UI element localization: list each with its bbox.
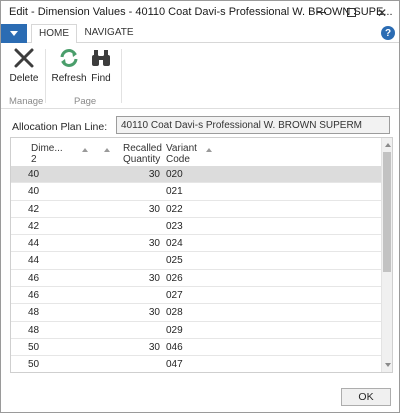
group-separator bbox=[45, 49, 46, 103]
column-header-variant-code-line2: Code bbox=[166, 154, 190, 165]
allocation-plan-line-value[interactable]: 40110 Coat Davi-s Professional W. BROWN … bbox=[116, 116, 390, 134]
maximize-button[interactable] bbox=[336, 1, 366, 24]
cell-recalled-quantity[interactable]: 30 bbox=[111, 204, 160, 215]
table-row[interactable]: 42 023 bbox=[11, 218, 381, 236]
column-header-recalled-quantity-line1: Recalled bbox=[123, 143, 162, 154]
delete-label: Delete bbox=[9, 73, 39, 84]
cell-dimension[interactable]: 42 bbox=[28, 221, 39, 232]
delete-icon bbox=[14, 48, 34, 68]
group-label-manage: Manage bbox=[9, 96, 44, 107]
minimize-icon bbox=[316, 12, 326, 13]
close-icon: ✕ bbox=[376, 5, 388, 20]
table-row[interactable]: 50 30 046 bbox=[11, 339, 381, 357]
grid-rows: 40 30 020 40 021 42 30 022 42 023 44 30 … bbox=[11, 166, 381, 372]
cell-dimension[interactable]: 46 bbox=[28, 273, 39, 284]
sort-arrow-icon bbox=[206, 148, 212, 152]
column-header-recalled-quantity[interactable]: Recalled Quantity bbox=[123, 143, 162, 165]
column-header-variant-code-line1: Variant bbox=[166, 143, 197, 154]
table-row[interactable]: 46 027 bbox=[11, 287, 381, 305]
tab-home[interactable]: HOME bbox=[31, 24, 77, 44]
table-row[interactable]: 44 30 024 bbox=[11, 235, 381, 253]
column-header-recalled-quantity-line2: Quantity bbox=[123, 154, 161, 165]
app-menu-icon bbox=[10, 31, 18, 36]
cell-variant-code[interactable]: 025 bbox=[166, 255, 183, 266]
table-row[interactable]: 48 029 bbox=[11, 322, 381, 339]
column-header-dimension-line2: 2 bbox=[31, 154, 37, 165]
table-row[interactable]: 46 30 026 bbox=[11, 270, 381, 288]
minimize-button[interactable] bbox=[306, 1, 336, 24]
help-icon[interactable]: ? bbox=[381, 26, 395, 40]
cell-variant-code[interactable]: 023 bbox=[166, 221, 183, 232]
sort-arrow-icon bbox=[104, 148, 110, 152]
cell-dimension[interactable]: 50 bbox=[28, 359, 39, 370]
table-row[interactable]: 42 30 022 bbox=[11, 201, 381, 218]
refresh-icon bbox=[60, 49, 78, 67]
close-button[interactable]: ✕ bbox=[367, 1, 397, 24]
cell-dimension[interactable]: 50 bbox=[28, 342, 39, 353]
column-header-dimension-line1: Dime... bbox=[31, 143, 63, 154]
table-row[interactable]: 44 025 bbox=[11, 252, 381, 270]
cell-dimension[interactable]: 44 bbox=[28, 238, 39, 249]
group-separator bbox=[121, 49, 122, 103]
table-row[interactable]: 48 30 028 bbox=[11, 304, 381, 322]
column-header-dimension[interactable]: Dime... 2 bbox=[31, 143, 63, 165]
cell-recalled-quantity[interactable]: 30 bbox=[111, 342, 160, 353]
cell-dimension[interactable]: 46 bbox=[28, 290, 39, 301]
cell-variant-code[interactable]: 021 bbox=[166, 186, 183, 197]
sort-arrow-icon bbox=[82, 148, 88, 152]
cell-variant-code[interactable]: 029 bbox=[166, 325, 183, 336]
cell-recalled-quantity[interactable]: 30 bbox=[111, 273, 160, 284]
scroll-down-icon[interactable] bbox=[385, 363, 391, 367]
delete-button[interactable]: Delete bbox=[6, 47, 42, 84]
ribbon: Delete Refresh Find Manage Page bbox=[1, 43, 399, 109]
cell-variant-code[interactable]: 020 bbox=[166, 169, 183, 180]
cell-dimension[interactable]: 48 bbox=[28, 307, 39, 318]
find-icon bbox=[92, 50, 110, 66]
ribbon-tab-bar: HOME NAVIGATE ? bbox=[1, 24, 399, 44]
table-row[interactable]: 50 047 bbox=[11, 356, 381, 372]
refresh-button[interactable]: Refresh bbox=[51, 47, 87, 84]
cell-variant-code[interactable]: 026 bbox=[166, 273, 183, 284]
tab-navigate[interactable]: NAVIGATE bbox=[81, 24, 137, 43]
cell-variant-code[interactable]: 022 bbox=[166, 204, 183, 215]
cell-variant-code[interactable]: 024 bbox=[166, 238, 183, 249]
column-header-variant-code[interactable]: Variant Code bbox=[166, 143, 197, 165]
scroll-up-icon[interactable] bbox=[385, 143, 391, 147]
cell-dimension[interactable]: 44 bbox=[28, 255, 39, 266]
ok-button[interactable]: OK bbox=[341, 388, 391, 406]
find-label: Find bbox=[91, 73, 111, 84]
cell-dimension[interactable]: 42 bbox=[28, 204, 39, 215]
cell-dimension[interactable]: 48 bbox=[28, 325, 39, 336]
cell-variant-code[interactable]: 046 bbox=[166, 342, 183, 353]
dimension-values-grid: Dime... 2 Recalled Quantity Variant Code… bbox=[10, 137, 393, 373]
maximize-icon bbox=[346, 8, 356, 17]
cell-recalled-quantity[interactable]: 30 bbox=[111, 307, 160, 318]
cell-variant-code[interactable]: 028 bbox=[166, 307, 183, 318]
allocation-plan-line-label: Allocation Plan Line: bbox=[12, 121, 108, 133]
app-menu-button[interactable] bbox=[1, 24, 27, 43]
vertical-scrollbar[interactable] bbox=[381, 138, 392, 372]
find-button[interactable]: Find bbox=[83, 47, 119, 84]
refresh-label: Refresh bbox=[51, 73, 87, 84]
allocation-plan-line-field: Allocation Plan Line: 40110 Coat Davi-s … bbox=[1, 116, 399, 136]
title-bar: Edit - Dimension Values - 40110 Coat Dav… bbox=[1, 1, 399, 24]
cell-recalled-quantity[interactable]: 30 bbox=[111, 238, 160, 249]
cell-variant-code[interactable]: 027 bbox=[166, 290, 183, 301]
grid-header: Dime... 2 Recalled Quantity Variant Code bbox=[11, 138, 381, 166]
table-row[interactable]: 40 021 bbox=[11, 183, 381, 201]
dialog-window: Edit - Dimension Values - 40110 Coat Dav… bbox=[0, 0, 400, 413]
scrollbar-thumb[interactable] bbox=[383, 152, 391, 272]
cell-variant-code[interactable]: 047 bbox=[166, 359, 183, 370]
cell-recalled-quantity[interactable]: 30 bbox=[111, 169, 160, 180]
table-row[interactable]: 40 30 020 bbox=[11, 166, 381, 184]
group-label-page: Page bbox=[74, 96, 97, 107]
cell-dimension[interactable]: 40 bbox=[28, 169, 39, 180]
cell-dimension[interactable]: 40 bbox=[28, 186, 39, 197]
